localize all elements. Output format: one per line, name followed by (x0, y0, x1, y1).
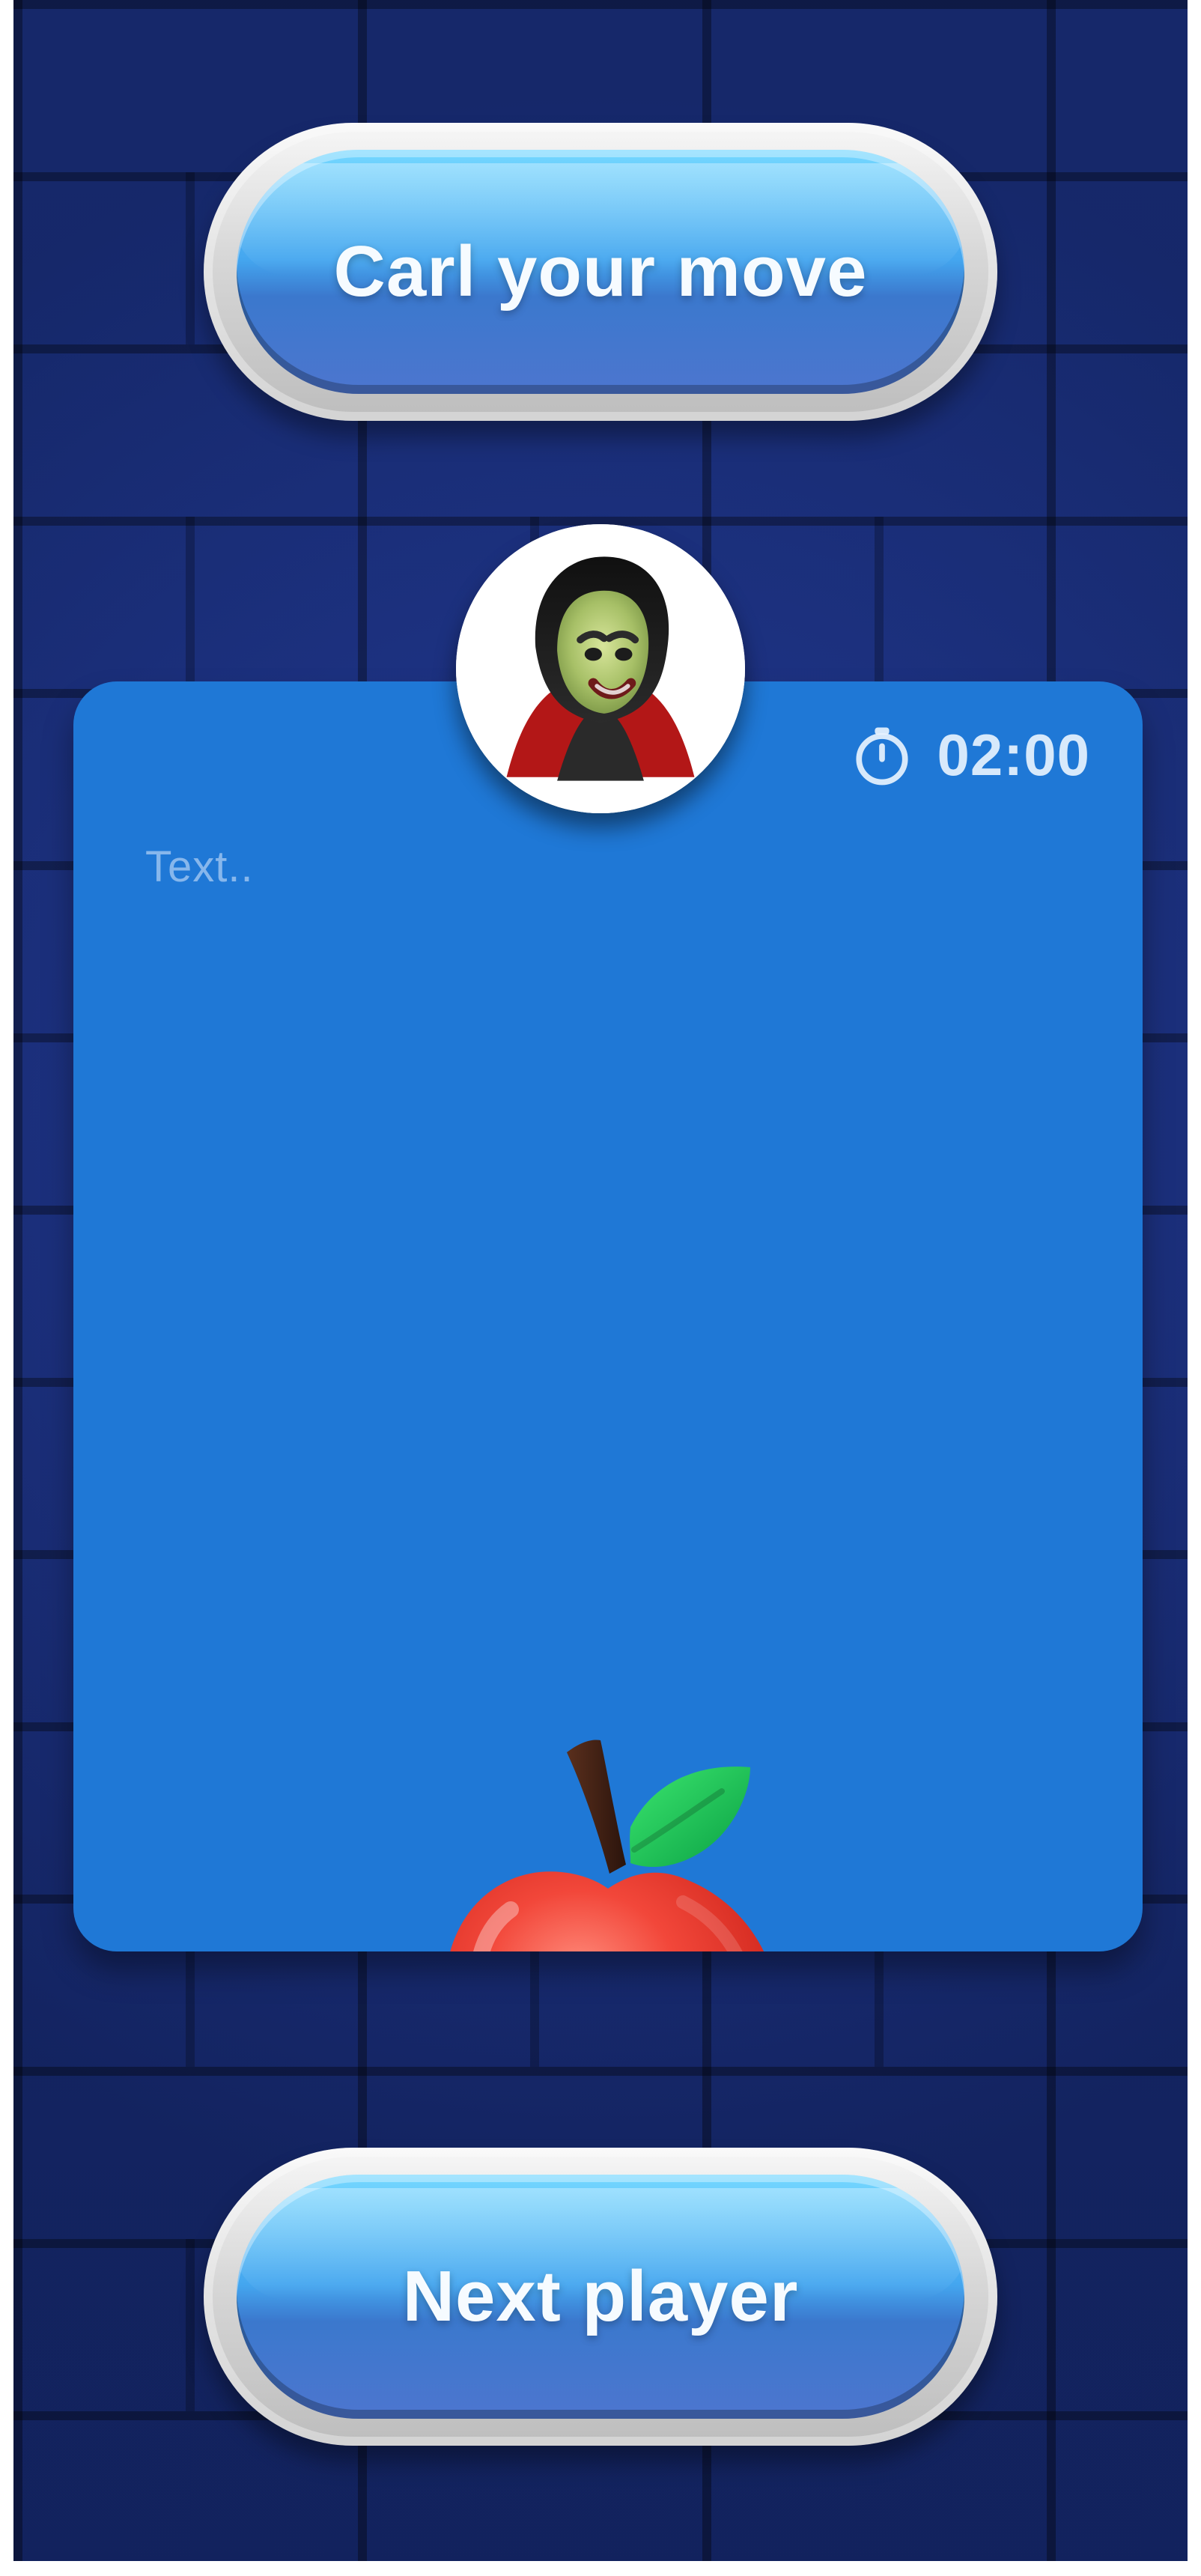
stopwatch-icon (846, 719, 918, 791)
turn-banner-face[interactable]: Carl your move (237, 150, 964, 394)
text-placeholder[interactable]: Text.. (145, 842, 254, 892)
next-player-label: Next player (402, 2256, 799, 2336)
apple-icon (450, 1740, 764, 1951)
apple-counter[interactable]: 3 (413, 1722, 803, 1951)
timer-text: 02:00 (937, 721, 1090, 788)
timer: 02:00 (846, 719, 1091, 791)
player-avatar (456, 524, 745, 813)
witch-avatar-icon (456, 524, 745, 813)
game-screen: Carl your move 02:00 Text.. Next player (13, 0, 1188, 2561)
move-card: 02:00 Text.. (73, 681, 1143, 1951)
turn-banner-button[interactable]: Carl your move (204, 123, 997, 421)
next-player-button[interactable]: Next player (204, 2148, 997, 2446)
turn-banner-label: Carl your move (333, 231, 868, 312)
next-player-face[interactable]: Next player (237, 2175, 964, 2419)
